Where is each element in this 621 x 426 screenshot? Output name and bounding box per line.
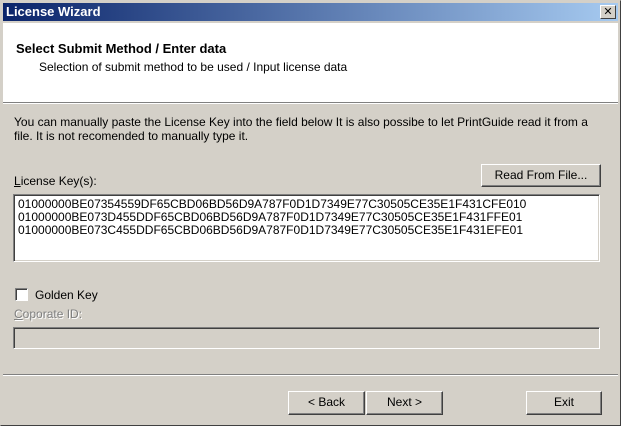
back-button[interactable]: < Back xyxy=(288,391,365,415)
wizard-header: Select Submit Method / Enter data Select… xyxy=(3,23,618,102)
page-subtitle: Selection of submit method to be used / … xyxy=(39,60,348,74)
footer-divider xyxy=(3,374,618,376)
corporate-id-label-accel: C xyxy=(14,307,23,321)
exit-button[interactable]: Exit xyxy=(526,391,602,415)
corporate-id-label: Coporate ID: xyxy=(14,307,82,321)
close-icon[interactable]: ✕ xyxy=(600,5,616,19)
golden-key-checkbox[interactable] xyxy=(15,288,28,301)
corporate-id-field[interactable] xyxy=(13,327,600,349)
header-divider xyxy=(3,102,618,104)
license-wizard-window: License Wizard ✕ Select Submit Method / … xyxy=(0,0,621,426)
golden-key-label[interactable]: Golden Key xyxy=(35,288,98,302)
license-key-line: 01000000BE073C455DDF65CBD06BD56D9A787F0D… xyxy=(18,223,524,237)
page-title: Select Submit Method / Enter data xyxy=(16,41,227,56)
license-keys-label: License Key(s): xyxy=(14,174,97,188)
read-from-file-button[interactable]: Read From File... xyxy=(481,164,601,187)
license-keys-label-accel: L xyxy=(14,174,21,188)
window-title: License Wizard xyxy=(6,4,101,19)
license-keys-textarea[interactable]: 01000000BE07354559DF65CBD06BD56D9A787F0D… xyxy=(13,194,600,262)
corporate-id-label-rest: oporate ID: xyxy=(22,307,83,321)
license-keys-label-rest: icense Key(s): xyxy=(20,174,97,188)
instructions-text: You can manually paste the License Key i… xyxy=(14,115,588,143)
title-bar[interactable]: License Wizard ✕ xyxy=(3,3,618,21)
next-button[interactable]: Next > xyxy=(366,391,443,415)
